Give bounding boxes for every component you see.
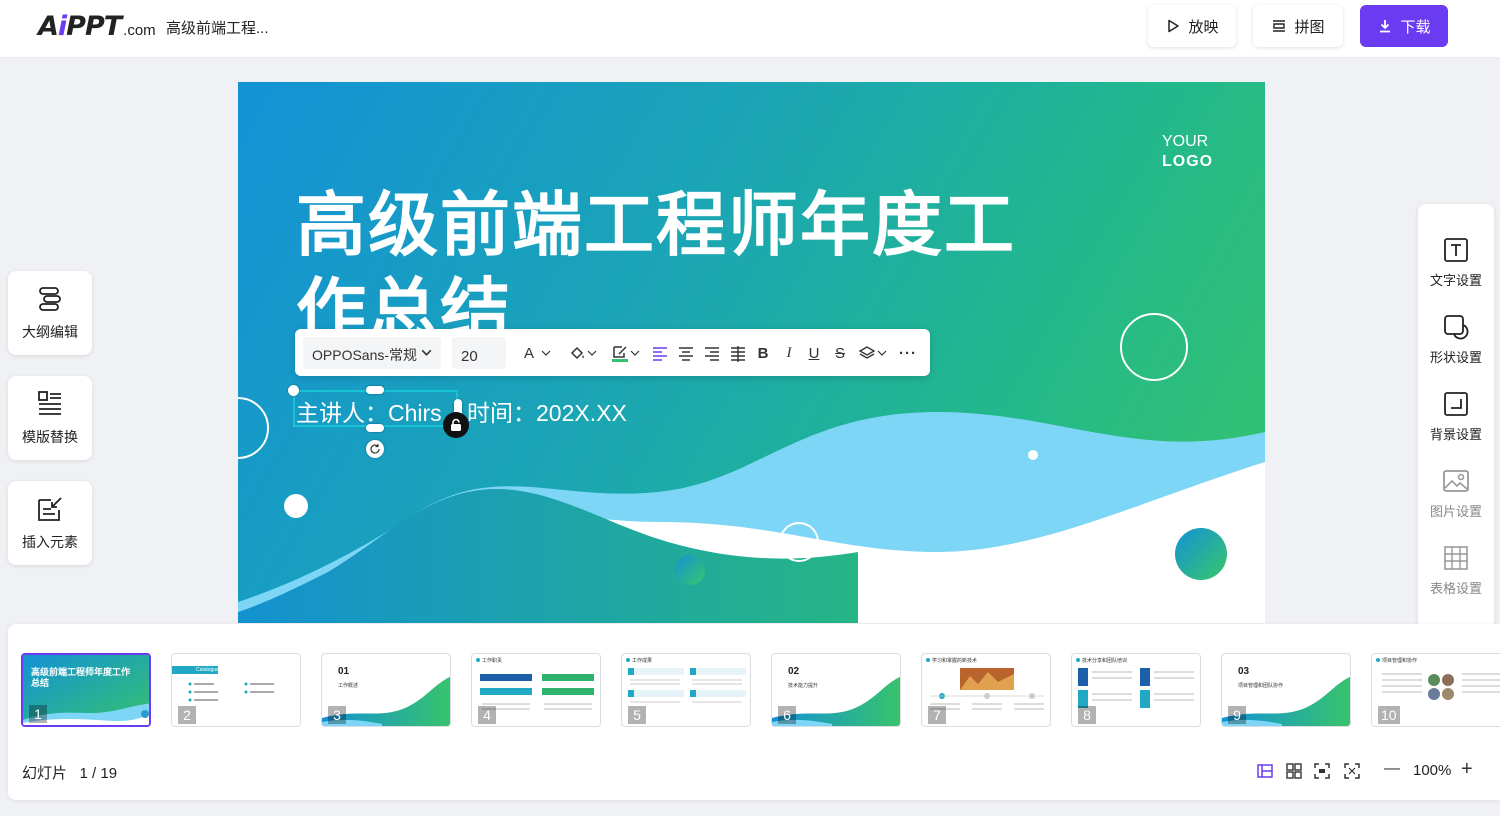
text-settings-button[interactable]: 文字设置 [1418, 236, 1494, 306]
grid-view-icon[interactable] [1285, 762, 1303, 780]
bold-button[interactable]: B [754, 342, 772, 364]
text-icon [1444, 238, 1468, 262]
slide-time[interactable]: 时间：202X.XX [467, 394, 627, 428]
template-replace-button[interactable]: 模版替换 [8, 376, 92, 460]
lock-icon[interactable] [443, 412, 469, 438]
play-label: 放映 [1188, 18, 1219, 36]
rotate-icon[interactable] [366, 440, 384, 458]
download-label: 下载 [1400, 18, 1431, 36]
slide-thumbnail[interactable]: 01 工作概述 3 [321, 653, 451, 727]
image-settings-button[interactable]: 图片设置 [1418, 467, 1494, 537]
play-icon [1168, 19, 1180, 33]
zoom-in-button[interactable]: + [1461, 758, 1473, 780]
strikethrough-button[interactable]: S [831, 342, 849, 364]
slide-thumbnail[interactable]: 03 项目管理和团队协作 9 [1221, 653, 1351, 727]
normal-view-icon[interactable] [1256, 762, 1274, 780]
fill-color-button[interactable] [565, 342, 601, 364]
border-color-button[interactable] [608, 342, 644, 364]
zoom-out-button[interactable]: — [1384, 760, 1400, 778]
resize-handle[interactable] [288, 385, 299, 396]
table-settings-button[interactable]: 表格设置 [1418, 544, 1494, 614]
resize-handle[interactable] [366, 386, 384, 394]
template-icon [38, 391, 61, 415]
layers-icon [858, 346, 876, 359]
slide-thumbnail-strip: 高级前端工程师年度工作总结 1 Catalogue 目录 2 01 工作概述 3… [8, 624, 1500, 800]
align-center-icon [679, 347, 693, 361]
chevron-down-icon [421, 349, 432, 356]
slide-thumbnail[interactable]: 工作成果 5 [621, 653, 751, 727]
chevron-down-icon [630, 350, 640, 356]
puzzle-button[interactable]: 拼图 [1253, 5, 1343, 47]
settings-panel: 文字设置 形状设置 背景设置 图片设置 表格设置 [1418, 204, 1494, 632]
zoom-level: 100% [1413, 762, 1452, 779]
puzzle-label: 拼图 [1294, 18, 1325, 36]
chevron-down-icon [587, 350, 597, 356]
layer-button[interactable] [857, 342, 889, 364]
background-icon [1444, 392, 1468, 416]
align-left-icon [653, 347, 667, 361]
shape-settings-button[interactable]: 形状设置 [1418, 313, 1494, 383]
selection-box[interactable] [293, 390, 458, 427]
underline-button[interactable]: U [805, 342, 823, 364]
download-button[interactable]: 下载 [1360, 5, 1448, 47]
slide-thumbnail[interactable]: 技术分享和团队培训 8 [1071, 653, 1201, 727]
placeholder-logo[interactable]: YOUR LOGO [1162, 132, 1213, 172]
outline-icon [39, 287, 61, 311]
align-center-button[interactable] [677, 342, 695, 364]
resize-handle[interactable] [366, 424, 384, 432]
chevron-down-icon [877, 350, 887, 356]
justify-button[interactable] [729, 342, 747, 364]
shape-icon [1444, 315, 1469, 340]
insert-icon [38, 497, 62, 521]
document-title[interactable]: 高级前端工程... [166, 17, 269, 38]
download-icon [1380, 20, 1391, 33]
slide-thumbnail[interactable]: 工作职责 4 [471, 653, 601, 727]
italic-button[interactable]: I [780, 342, 798, 364]
aippt-logo[interactable]: AiPPT .com [38, 11, 156, 42]
slide-thumbnail[interactable]: 项目管理和协作 10 [1371, 653, 1500, 727]
paint-bucket-icon [570, 346, 584, 360]
slide-thumbnail[interactable]: Catalogue 目录 2 [171, 653, 301, 727]
slide-thumbnail[interactable]: 02 技术能力提升 6 [771, 653, 901, 727]
font-family-select[interactable]: OPPOSans-常规 [303, 337, 441, 369]
font-color-button[interactable]: A [523, 342, 553, 364]
pen-color-icon [612, 346, 628, 362]
align-right-icon [705, 347, 719, 361]
top-bar: AiPPT .com 高级前端工程... 放映 拼图 下载 [0, 0, 1500, 58]
slide-counter: 幻灯片 1 / 19 [22, 765, 118, 782]
insert-element-button[interactable]: 插入元素 [8, 481, 92, 565]
puzzle-icon [1273, 20, 1286, 32]
font-size-input[interactable] [452, 337, 506, 369]
image-icon [1443, 470, 1469, 492]
align-left-button[interactable] [651, 342, 669, 364]
background-settings-button[interactable]: 背景设置 [1418, 390, 1494, 460]
slide-thumbnail[interactable]: 学习和掌握的新技术 7 [921, 653, 1051, 727]
fit-screen-icon[interactable] [1313, 762, 1331, 780]
table-icon [1444, 546, 1468, 570]
fullscreen-icon[interactable] [1343, 762, 1361, 780]
slide-thumbnail[interactable]: 高级前端工程师年度工作总结 1 [21, 653, 151, 727]
more-options-button[interactable]: ··· [897, 342, 919, 364]
chevron-down-icon [541, 350, 551, 356]
outline-edit-button[interactable]: 大纲编辑 [8, 271, 92, 355]
text-format-toolbar: OPPOSans-常规 A B I U S ··· [295, 329, 930, 376]
align-right-button[interactable] [703, 342, 721, 364]
play-button[interactable]: 放映 [1148, 5, 1236, 47]
justify-icon [731, 346, 745, 362]
